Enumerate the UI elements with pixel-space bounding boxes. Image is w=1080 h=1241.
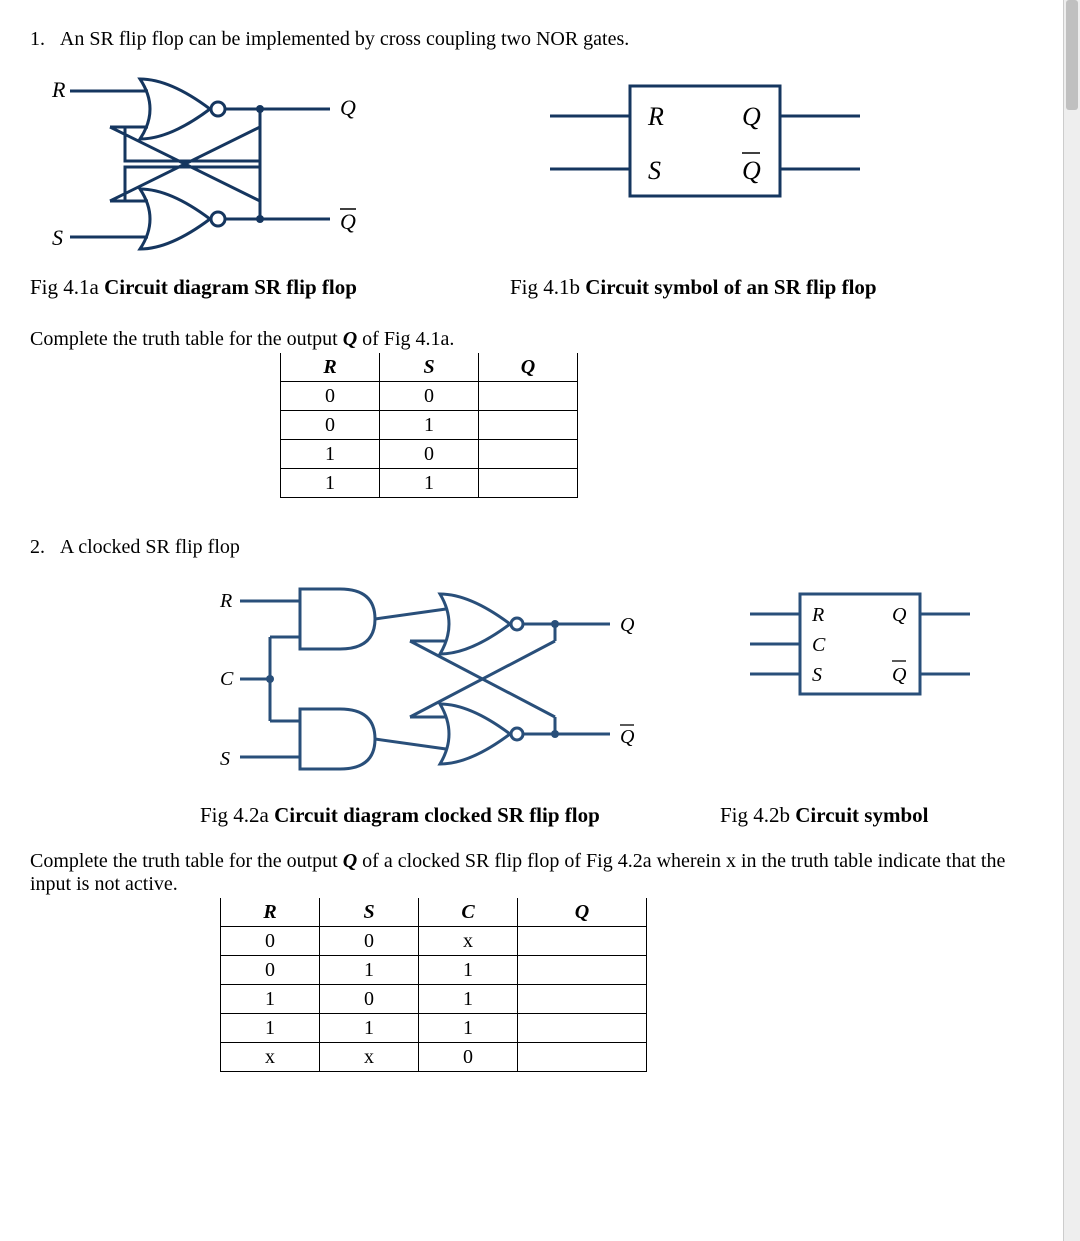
table-row: 011 [221,956,647,985]
fig42a-prefix: Fig 4.2a [200,803,274,827]
label-S2: S [220,748,230,770]
q1-th-Q: Q [479,353,578,382]
scrollbar[interactable] [1063,0,1080,1241]
q1-th-S: S [380,353,479,382]
q1-truth-table: R S Q 00 01 10 11 [280,353,578,498]
fig42b-caption: Fig 4.2b Circuit symbol [720,803,928,828]
label-Qbar2: Q [620,726,635,748]
fig41b-caption: Fig 4.1b Circuit symbol of an SR flip fl… [510,275,877,300]
table-row: 10 [281,440,578,469]
question-1: 1. An SR flip flop can be implemented by… [30,28,1050,51]
table-row: 00 [281,382,578,411]
table-row: xx0 [221,1043,647,1072]
fig41a-prefix: Fig 4.1a [30,275,104,299]
q2-instr-Q: Q [343,850,357,872]
fig42a-caption: Fig 4.2a Circuit diagram clocked SR flip… [200,803,680,828]
fig41b-prefix: Fig 4.1b [510,275,585,299]
q2-truth-table: R S C Q 00x 011 101 111 xx0 [220,898,647,1072]
q2-number: 2. [30,536,56,559]
q1-instr-pre: Complete the truth table for the output [30,328,343,350]
label-Q: Q [340,95,356,120]
sym-S: S [648,156,661,185]
fig41b-bold: Circuit symbol of an SR flip flop [585,275,876,299]
sym-Qbar: Q [742,156,761,185]
label-S: S [52,225,63,250]
table-row: 11 [281,469,578,498]
scrollbar-thumb[interactable] [1066,0,1078,110]
label-C2: C [220,668,234,690]
q2-instr-pre: Complete the truth table for the output [30,850,343,872]
fig-4-2a-circuit: R C S Q Q [210,569,680,799]
label-Q2: Q [620,614,635,636]
sym2-R: R [811,604,824,626]
label-R2: R [219,590,232,612]
table-row: 101 [221,985,647,1014]
fig42b-bold: Circuit symbol [795,803,928,827]
q2-th-R: R [221,898,320,927]
q2-th-Q: Q [518,898,647,927]
fig41a-caption: Fig 4.1a Circuit diagram SR flip flop [30,275,450,300]
q1-th-R: R [281,353,380,382]
fig-4-2b-symbol: R C S Q Q [720,569,990,729]
table-row: 00x [221,927,647,956]
label-Qbar: Q [340,209,356,234]
q1-instruction: Complete the truth table for the output … [30,328,1050,351]
sym2-S: S [812,664,822,686]
q1-captions: Fig 4.1a Circuit diagram SR flip flop Fi… [30,275,1050,300]
fig-4-1b-symbol: R S Q Q [490,61,910,231]
label-R: R [51,77,66,102]
q2-text: A clocked SR flip flop [60,536,240,558]
fig41a-bold: Circuit diagram SR flip flop [104,275,357,299]
q2-th-C: C [419,898,518,927]
sym-R: R [647,102,664,131]
q1-instr-post: of Fig 4.1a. [357,328,454,350]
q1-figures: R S Q Q R S Q Q [30,61,1050,271]
question-2: 2. A clocked SR flip flop [30,536,1050,559]
q2-captions: Fig 4.2a Circuit diagram clocked SR flip… [200,803,1050,828]
q1-number: 1. [30,28,56,51]
sym2-Qbar: Q [892,664,907,686]
q2-th-S: S [320,898,419,927]
fig-4-1a-circuit: R S Q Q [30,61,450,271]
table-row: 111 [221,1014,647,1043]
sym2-Q: Q [892,604,907,626]
table-row: 01 [281,411,578,440]
q1-text: An SR flip flop can be implemented by cr… [60,28,629,50]
fig42a-bold: Circuit diagram clocked SR flip flop [274,803,600,827]
q2-figures: R C S Q Q R C S Q Q [210,569,1050,799]
q2-instruction: Complete the truth table for the output … [30,850,1050,896]
fig42b-prefix: Fig 4.2b [720,803,795,827]
sym-Q: Q [742,102,761,131]
sym2-C: C [812,634,826,656]
q1-instr-Q: Q [343,328,357,350]
